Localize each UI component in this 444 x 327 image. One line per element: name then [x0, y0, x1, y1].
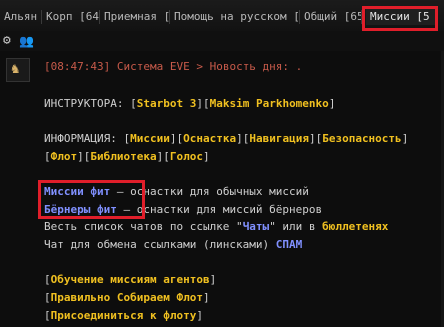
tab-reception[interactable]: Приемная [: [100, 9, 170, 25]
chats-pre: Весть список чатов по ссылке ": [44, 220, 243, 233]
instructor-2-link[interactable]: Maksim Parkhomenko: [210, 97, 329, 110]
tab-alliance[interactable]: Альян: [0, 9, 42, 25]
spam-link[interactable]: СПАМ: [276, 238, 303, 251]
burner-fit-link[interactable]: Бёрнеры фит: [44, 203, 117, 216]
burner-desc: – оснастки для миссий бёрнеров: [123, 203, 323, 216]
message-header: [08:47:43] Система EVE > Новость дня: .: [44, 60, 302, 73]
training-line: [Обучение миссиям агентов]: [44, 273, 217, 286]
training-link[interactable]: Обучение миссиям агентов: [51, 273, 210, 286]
info-link-fleet[interactable]: Флот: [51, 150, 78, 163]
info-link-navigation[interactable]: Навигация: [249, 132, 309, 145]
tab-corp[interactable]: Корп [64: [42, 9, 100, 25]
join-line: [Присоединиться к флоту]: [44, 309, 203, 322]
instructor-1-link[interactable]: Starbot 3: [137, 97, 197, 110]
burner-line: Бёрнеры фит – оснастки для миссий бёрнер…: [44, 203, 322, 216]
message-system: Система EVE > Новость дня: .: [116, 60, 303, 73]
fleet-line: [Правильно Собираем Флот]: [44, 291, 210, 304]
avatar[interactable]: ♞: [6, 58, 30, 82]
message-time: [08:47:43]: [44, 60, 111, 73]
info-link-fitting[interactable]: Оснастка: [183, 132, 236, 145]
bulletins-link[interactable]: бюллетенях: [322, 220, 388, 233]
info-label: ИНФОРМАЦИЯ:: [44, 132, 117, 145]
instructors-line: ИНСТРУКТОРА: [Starbot 3][Maksim Parkhome…: [44, 97, 336, 110]
info-line-1: ИНФОРМАЦИЯ: [Миссии][Оснастка][Навигация…: [44, 132, 409, 145]
tab-help-russian[interactable]: Помощь на русском [7: [170, 9, 300, 25]
chat-toolbar: [0, 31, 444, 51]
info-link-library[interactable]: Библиотека: [90, 150, 156, 163]
chats-line: Весть список чатов по ссылке "Чаты" или …: [44, 220, 388, 233]
gear-icon[interactable]: ⚙: [3, 34, 11, 48]
fleet-link[interactable]: Правильно Собираем Флот: [51, 291, 203, 304]
info-link-missions[interactable]: Миссии: [130, 132, 170, 145]
info-link-voice[interactable]: Голос: [170, 150, 203, 163]
instructors-label: ИНСТРУКТОРА:: [44, 97, 124, 110]
chats-mid: " или в: [269, 220, 323, 233]
tab-general[interactable]: Общий [65: [300, 9, 362, 25]
people-icon[interactable]: 👥: [19, 34, 34, 48]
tab-missions[interactable]: Миссии [5: [366, 9, 436, 25]
exchange-text: Чат для обмена ссылками (линсками): [44, 238, 270, 251]
exchange-line: Чат для обмена ссылками (линсками) СПАМ: [44, 238, 302, 251]
fit-desc: – оснастки для обычных миссий: [116, 185, 309, 198]
portrait-icon: ♞: [11, 61, 20, 77]
info-line-2: [Флот][Библиотека][Голос]: [44, 150, 210, 163]
info-link-security[interactable]: Безопасность: [322, 132, 401, 145]
fit-line: Миссии фит – оснастки для обычных миссий: [44, 185, 309, 198]
mission-fit-link[interactable]: Миссии фит: [44, 185, 110, 198]
join-fleet-link[interactable]: Присоединиться к флоту: [51, 309, 197, 322]
chats-link[interactable]: Чаты: [243, 220, 270, 233]
